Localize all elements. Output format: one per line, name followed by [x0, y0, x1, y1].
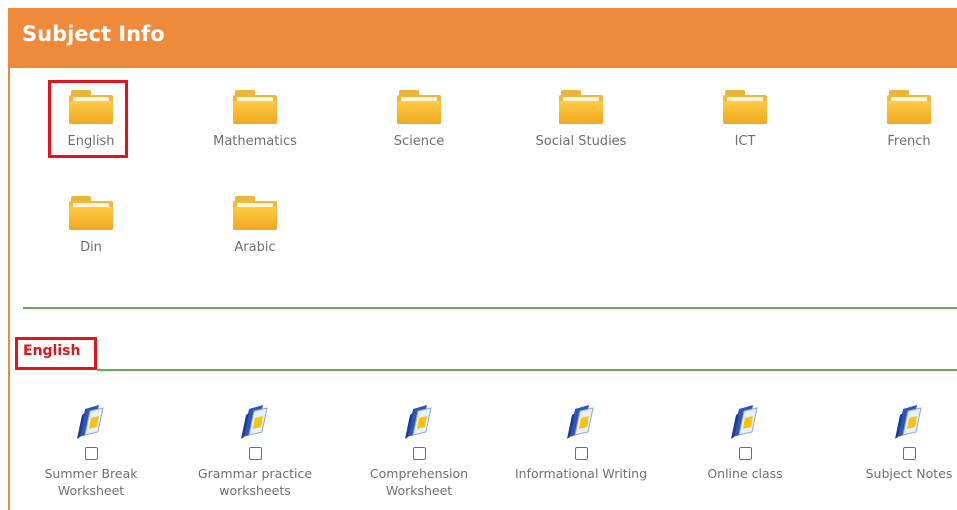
document-item[interactable]: Summer Break Worksheet [21, 403, 161, 499]
panel-header: Subject Info [8, 8, 957, 68]
folder-icon [233, 90, 277, 124]
document-item[interactable]: Online class [675, 403, 815, 482]
document-item[interactable]: Grammar practice worksheets [185, 403, 325, 499]
section-divider-top [23, 307, 957, 309]
document-icon [405, 405, 432, 439]
document-icon [567, 405, 594, 439]
document-icon [241, 405, 268, 439]
subject-folder-din[interactable]: Din [21, 196, 161, 255]
document-checkbox[interactable] [248, 447, 262, 460]
subject-label: ICT [734, 134, 756, 149]
subject-folder-french[interactable]: French [839, 90, 957, 149]
document-label: Subject Notes [865, 466, 953, 481]
document-checkbox[interactable] [738, 447, 752, 460]
subject-folder-arabic[interactable]: Arabic [185, 196, 325, 255]
subject-folder-ict[interactable]: ICT [675, 90, 815, 149]
document-icon [895, 405, 922, 439]
document-icon [77, 405, 104, 439]
document-checkbox[interactable] [412, 447, 426, 460]
subject-label: Social Studies [535, 134, 627, 149]
document-label: Summer Break Worksheet [44, 466, 138, 498]
subject-label: Arabic [234, 240, 276, 255]
document-checkbox[interactable] [574, 447, 588, 460]
document-checkbox[interactable] [84, 447, 98, 460]
document-label: Grammar practice worksheets [197, 466, 313, 498]
document-item[interactable]: Subject Notes [839, 403, 957, 482]
section-divider-bottom [97, 369, 957, 371]
subject-folder-mathematics[interactable]: Mathematics [185, 90, 325, 149]
folder-icon [233, 196, 277, 230]
selected-subject-highlight [15, 337, 97, 370]
subject-folder-social-studies[interactable]: Social Studies [511, 90, 651, 149]
document-label: Informational Writing [514, 466, 648, 481]
folder-icon [69, 196, 113, 230]
folder-icon [559, 90, 603, 124]
folder-icon [887, 90, 931, 124]
folder-icon [723, 90, 767, 124]
document-checkbox[interactable] [902, 447, 916, 460]
document-item[interactable]: Informational Writing [511, 403, 651, 482]
english-folder-highlight [48, 80, 128, 158]
panel-title: Subject Info [22, 22, 165, 46]
subject-label: Science [393, 134, 445, 149]
folder-icon [397, 90, 441, 124]
document-label: Online class [707, 466, 783, 481]
subject-folder-science[interactable]: Science [349, 90, 489, 149]
document-icon [731, 405, 758, 439]
document-item[interactable]: Comprehension Worksheet [349, 403, 489, 499]
subject-label: Din [80, 240, 102, 255]
subject-label: Mathematics [213, 134, 297, 149]
subject-label: French [887, 134, 931, 149]
document-label: Comprehension Worksheet [369, 466, 469, 498]
